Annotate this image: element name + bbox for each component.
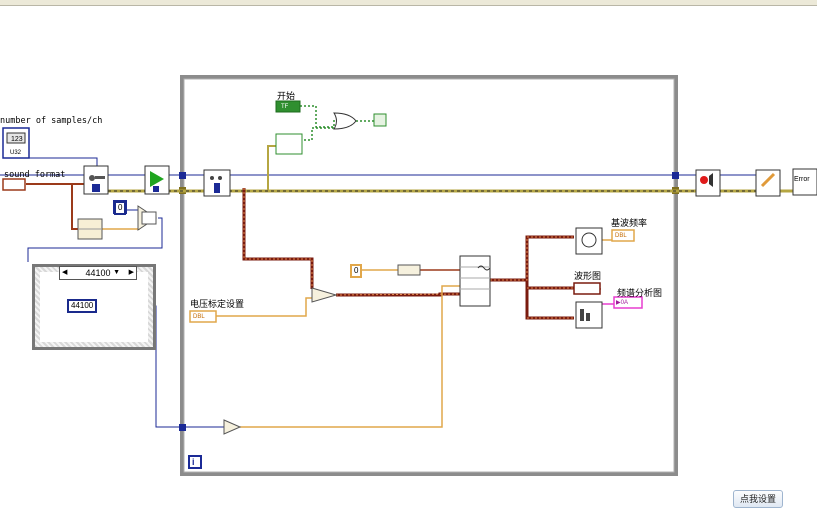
while-loop-frame bbox=[180, 75, 678, 476]
sound-format-label: sound format bbox=[4, 170, 66, 180]
block-diagram bbox=[0, 75, 817, 476]
case-selector[interactable]: ◀ 44100 ▼ ▶ bbox=[59, 266, 137, 280]
start-type: TF bbox=[281, 104, 289, 110]
samples-type: U32 bbox=[10, 150, 22, 156]
rate-constant-inner[interactable]: 44100 bbox=[67, 299, 98, 313]
voltage-type: DBL bbox=[193, 314, 205, 320]
tone-measure-node bbox=[575, 227, 603, 255]
start-label: 开始 bbox=[277, 91, 296, 101]
build-waveform-node bbox=[459, 255, 491, 307]
freq-type: DBL bbox=[615, 233, 627, 239]
zero-constant-a[interactable]: 0 bbox=[114, 201, 127, 215]
loop-iteration-terminal: i bbox=[192, 457, 195, 467]
sound-stop-node bbox=[695, 169, 721, 197]
sound-clear-node bbox=[755, 169, 781, 197]
spectrum-label: 频谱分析图 bbox=[617, 288, 663, 298]
voltage-calib-label: 电压标定设置 bbox=[190, 299, 245, 309]
waveform-label: 波形图 bbox=[574, 271, 602, 281]
case-next-icon[interactable]: ▶ bbox=[129, 267, 134, 279]
settings-button[interactable]: 点我设置 bbox=[733, 490, 783, 508]
chevron-down-icon[interactable]: ▼ bbox=[113, 267, 120, 279]
error-text: Error bbox=[794, 176, 810, 183]
case-prev-icon[interactable]: ◀ bbox=[62, 267, 67, 279]
spectrum-type: ▶0A bbox=[616, 300, 628, 306]
case-selector-value: 44100 bbox=[85, 268, 111, 278]
samples-value: 123 bbox=[11, 136, 23, 143]
samples-label: number of samples/ch bbox=[0, 116, 103, 126]
fundamental-freq-label: 基波频率 bbox=[611, 218, 648, 228]
zero-constant-b[interactable]: 0 bbox=[350, 264, 363, 278]
